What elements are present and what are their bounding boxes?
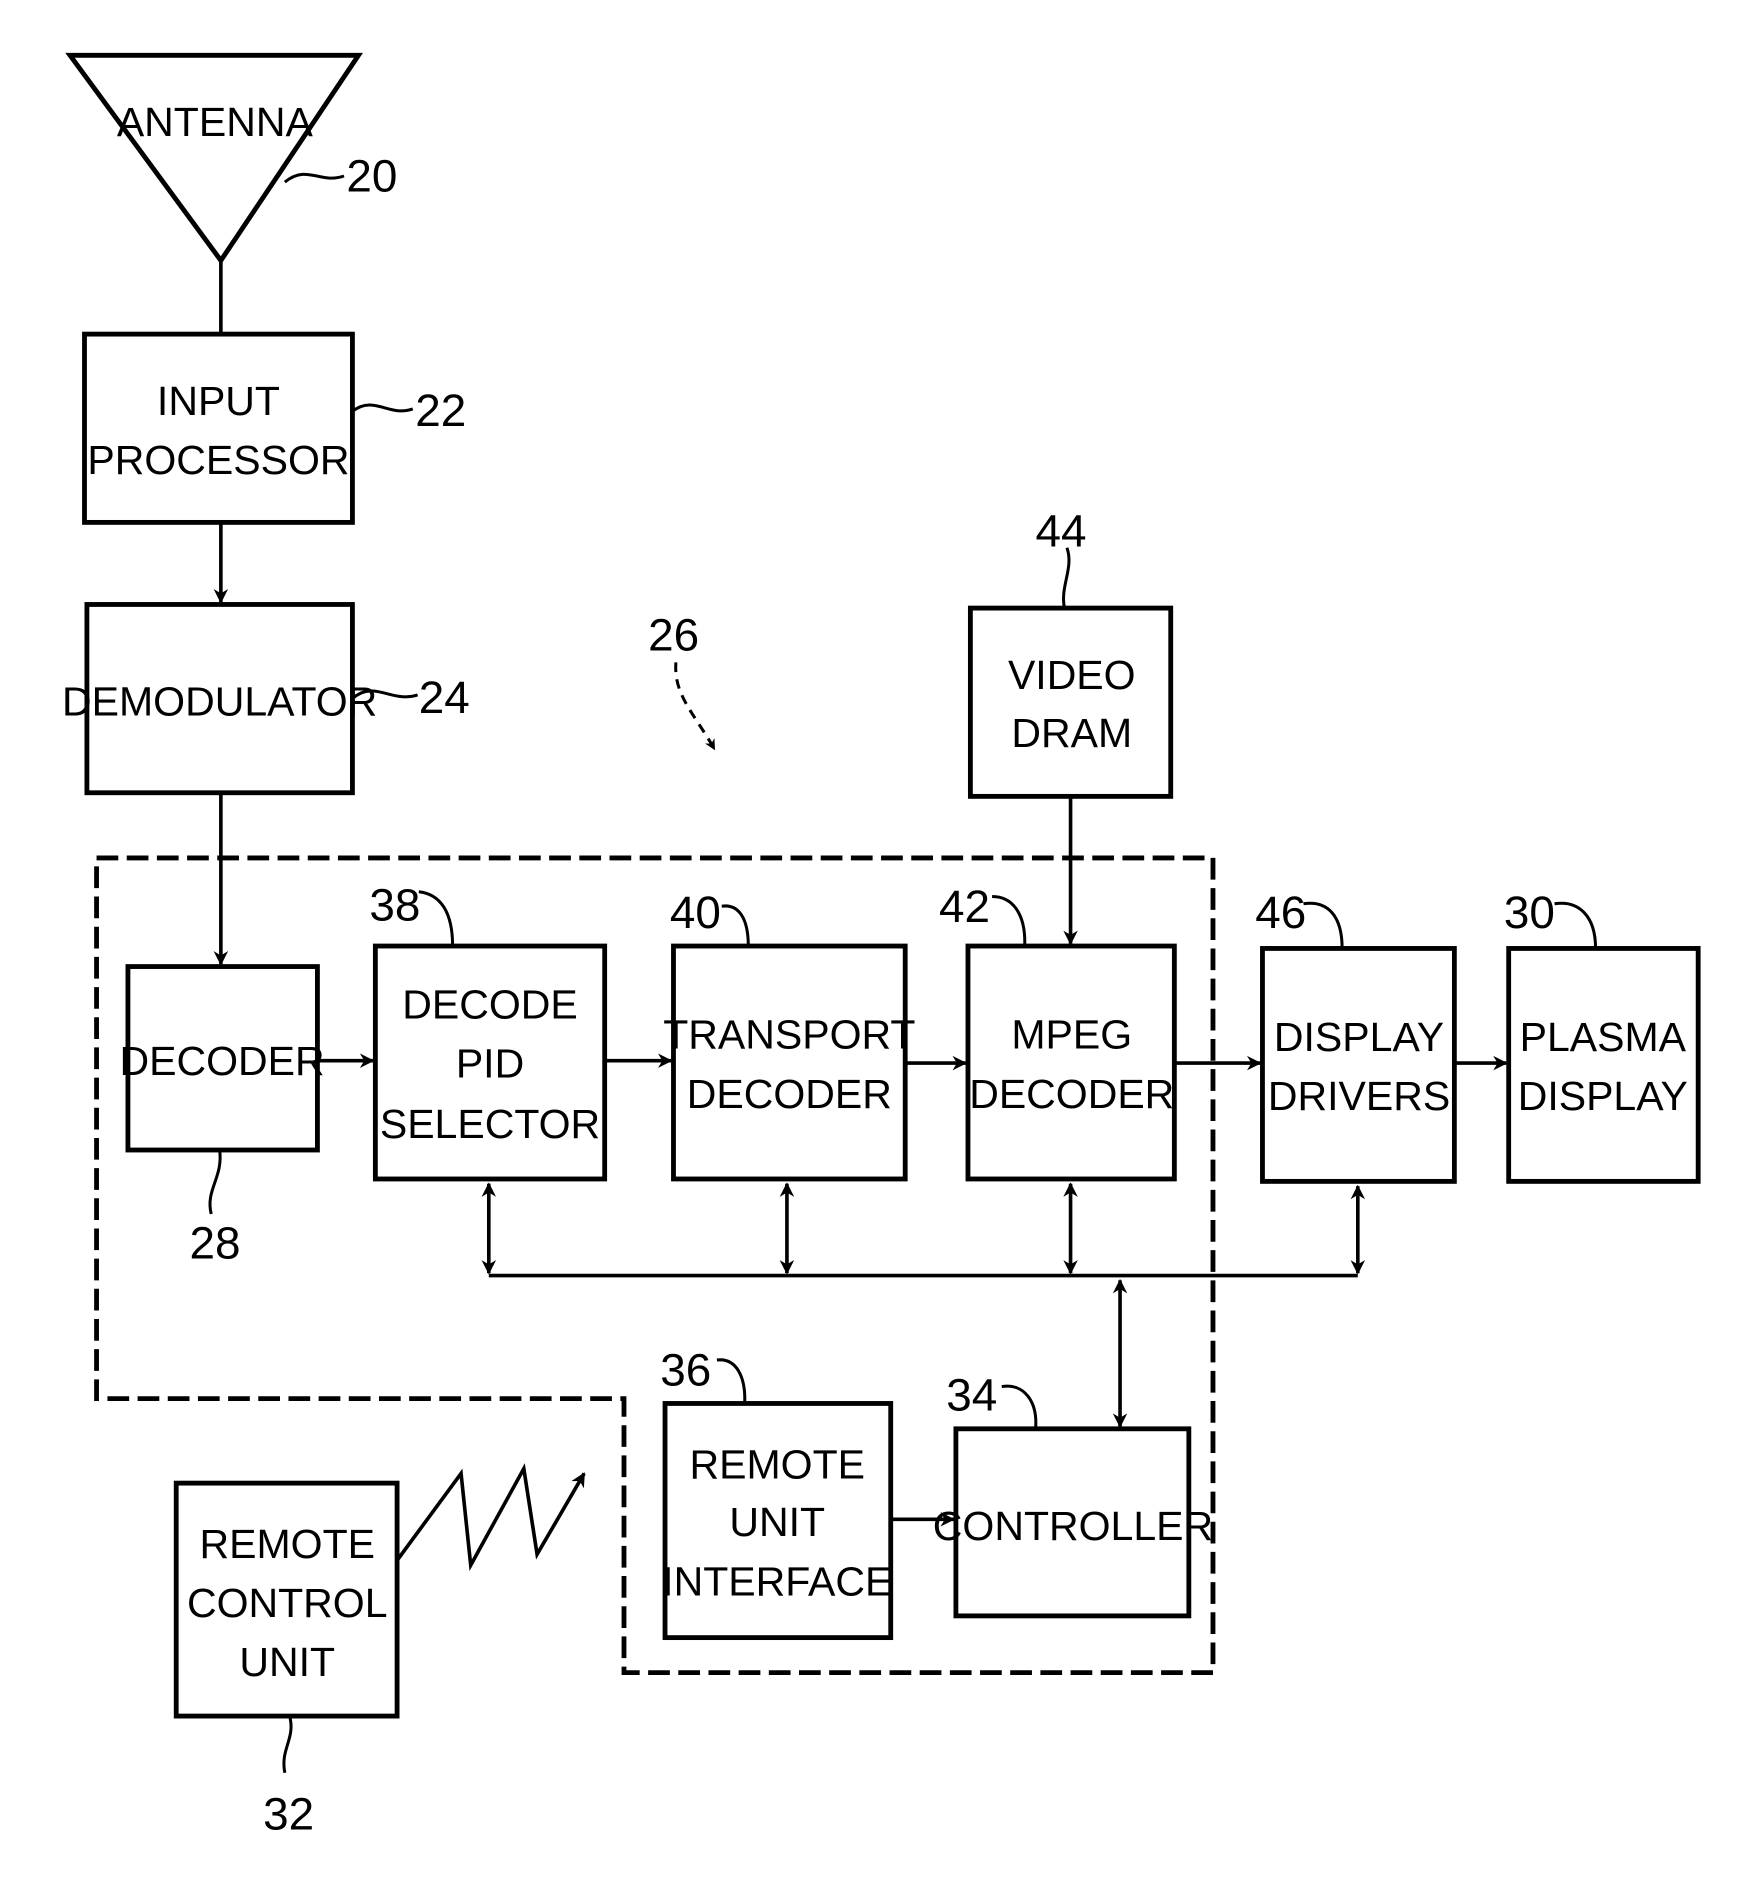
- video-dram-block: VIDEO DRAM 44: [967, 505, 1174, 799]
- ref-numeral-46: 46: [1255, 886, 1306, 938]
- rui-label-line3: INTERFACE: [662, 1558, 892, 1604]
- ref-numeral-40: 40: [670, 886, 721, 938]
- leader-line-46: [1303, 901, 1344, 949]
- mpeg-label-line2: DECODER: [969, 1071, 1174, 1117]
- leader-line-40: [721, 904, 750, 947]
- rui-label-line2: UNIT: [729, 1499, 825, 1545]
- leader-line-32: [282, 1715, 293, 1774]
- leader-line-28: [208, 1149, 222, 1215]
- plasma-label-line2: DISPLAY: [1518, 1073, 1688, 1119]
- leader-line-30: [1554, 901, 1598, 949]
- ref-numeral-30: 30: [1504, 886, 1555, 938]
- rcu-label-line3: UNIT: [239, 1639, 335, 1685]
- ref-numeral-44: 44: [1036, 505, 1087, 557]
- controller-label: CONTROLLER: [933, 1503, 1213, 1549]
- demodulator-label: DEMODULATOR: [62, 679, 377, 725]
- mpeg-decoder-block: MPEG DECODER 42: [939, 880, 1177, 1182]
- decode-pid-selector-block: DECODE PID SELECTOR 38: [369, 879, 608, 1182]
- ref-numeral-38: 38: [369, 879, 420, 931]
- ref-numeral-34: 34: [946, 1369, 997, 1421]
- pid-label-line2: PID: [456, 1041, 524, 1087]
- mpeg-label-line1: MPEG: [1011, 1012, 1132, 1058]
- leader-line-36: [716, 1358, 747, 1404]
- video-dram-label-line1: VIDEO: [1008, 652, 1136, 698]
- decoder-label: DECODER: [120, 1038, 325, 1084]
- rcu-label-line2: CONTROL: [187, 1580, 388, 1626]
- ref-numeral-36: 36: [660, 1343, 711, 1395]
- rcu-label-line1: REMOTE: [200, 1521, 375, 1567]
- ref-numeral-26: 26: [648, 608, 699, 660]
- demodulator-block: DEMODULATOR 24: [62, 602, 470, 796]
- pid-label-line3: SELECTOR: [380, 1101, 600, 1147]
- transport-label-line2: DECODER: [687, 1071, 892, 1117]
- block-diagram: ANTENNA 20 INPUT PROCESSOR 22 DEMODULATO…: [62, 52, 1701, 1840]
- plasma-display-block: PLASMA DISPLAY 30: [1504, 886, 1701, 1184]
- leader-line-38: [418, 890, 455, 947]
- remote-control-unit-block: REMOTE CONTROL UNIT 32: [173, 1480, 400, 1840]
- decoder-block: DECODER 28: [120, 964, 325, 1269]
- ref-numeral-20: 20: [346, 150, 397, 202]
- group-26-pointer-arrow: [674, 662, 716, 751]
- leader-line-44: [1062, 547, 1071, 609]
- drivers-label-line1: DISPLAY: [1274, 1014, 1444, 1060]
- input-processor-block: INPUT PROCESSOR 22: [82, 331, 466, 525]
- input-processor-label-line2: PROCESSOR: [87, 437, 349, 483]
- antenna: ANTENNA 20: [65, 52, 397, 335]
- leader-line-22: [351, 403, 414, 413]
- remote-unit-interface-block: REMOTE UNIT INTERFACE 36: [660, 1343, 894, 1641]
- transport-decoder-block: TRANSPORT DECODER 40: [663, 886, 915, 1182]
- rui-label-line1: REMOTE: [690, 1441, 865, 1487]
- controller-block: CONTROLLER 34: [933, 1369, 1213, 1619]
- input-processor-label-line1: INPUT: [157, 378, 280, 424]
- video-dram-label-line2: DRAM: [1011, 710, 1132, 756]
- pid-label-line1: DECODE: [402, 981, 577, 1027]
- ref-numeral-22: 22: [415, 384, 466, 436]
- antenna-triangle-icon: [65, 52, 363, 265]
- plasma-label-line1: PLASMA: [1520, 1014, 1687, 1060]
- ref-numeral-28: 28: [189, 1217, 240, 1269]
- antenna-label: ANTENNA: [117, 99, 314, 145]
- ref-numeral-42: 42: [939, 880, 990, 932]
- ref-numeral-32: 32: [263, 1788, 314, 1840]
- drivers-label-line2: DRIVERS: [1268, 1073, 1450, 1119]
- display-drivers-block: DISPLAY DRIVERS 46: [1255, 886, 1457, 1184]
- leader-line-20: [283, 172, 345, 184]
- transport-label-line1: TRANSPORT: [663, 1012, 915, 1058]
- leader-line-34: [1001, 1384, 1038, 1429]
- leader-line-42: [992, 895, 1027, 947]
- ref-numeral-24: 24: [419, 671, 470, 723]
- wireless-signal-zigzag-icon: [395, 1463, 586, 1572]
